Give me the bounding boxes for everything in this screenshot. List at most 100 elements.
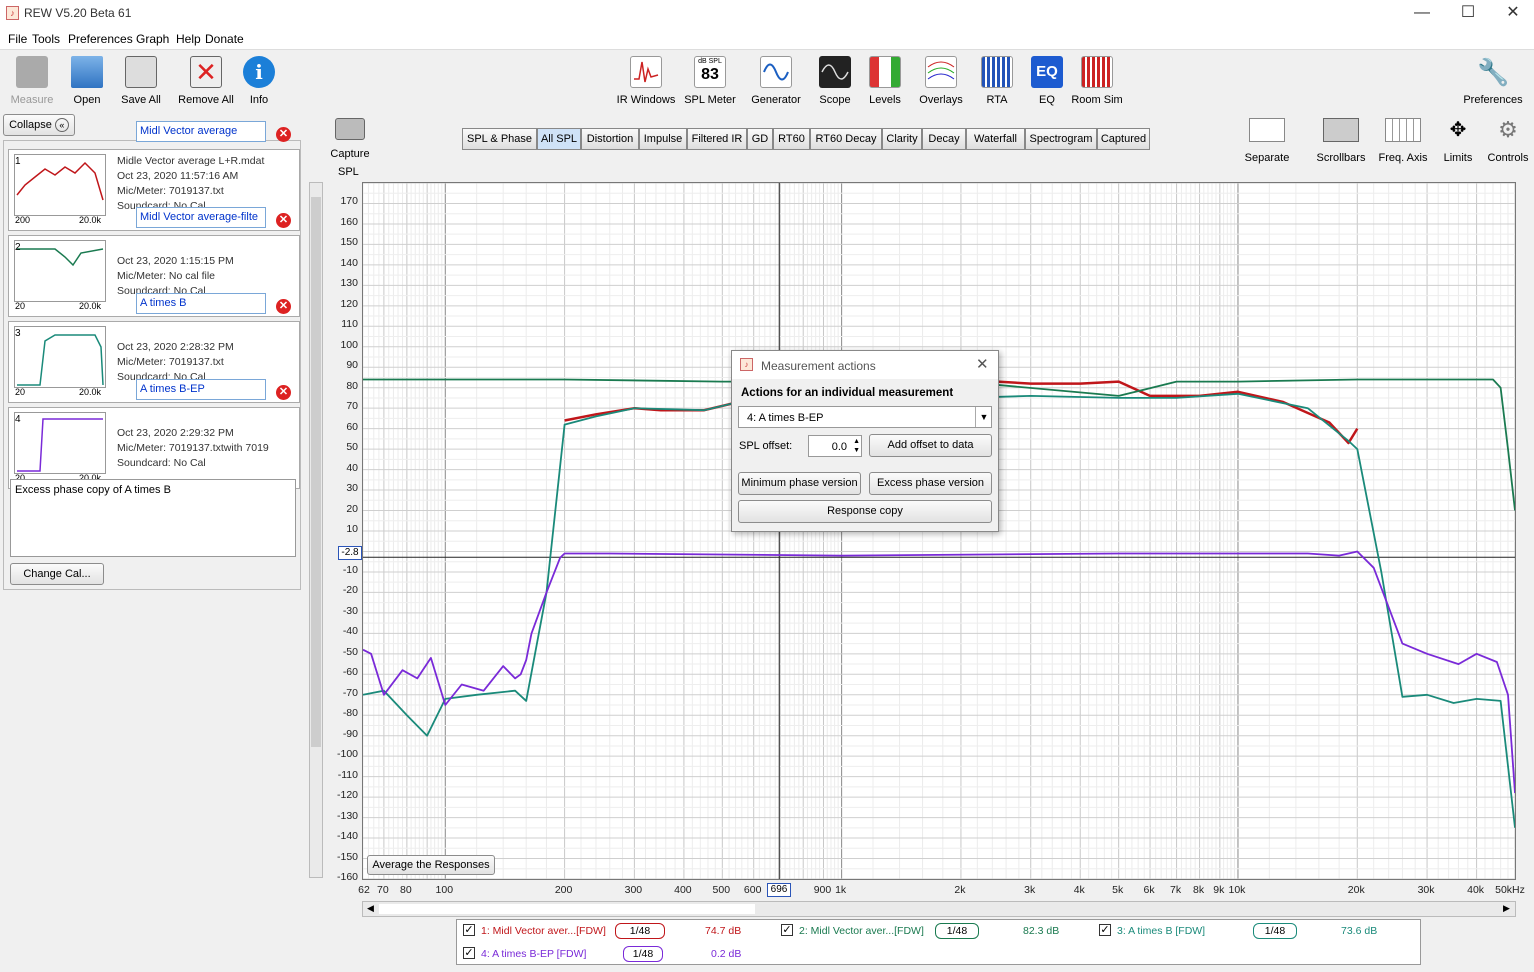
smoothing-4[interactable]: 1/48 xyxy=(623,946,663,962)
tab-spectrogram[interactable]: Spectrogram xyxy=(1025,128,1097,150)
wrench-icon: 🔧 xyxy=(1477,57,1510,87)
tab-spl-phase[interactable]: SPL & Phase xyxy=(462,128,537,150)
remove-measurement-1-icon[interactable]: ✕ xyxy=(276,127,291,142)
change-cal-button[interactable]: Change Cal... xyxy=(10,563,104,585)
y-tick-label: -100 xyxy=(336,748,358,761)
eq-button[interactable]: EQ EQ xyxy=(1026,56,1068,106)
save-icon xyxy=(125,56,157,88)
spinner-up-icon[interactable]: ▲ xyxy=(853,437,860,446)
capture-button[interactable]: Capture xyxy=(328,118,372,160)
freq-axis-button[interactable]: Freq. Axis xyxy=(1374,118,1432,164)
tab-waterfall[interactable]: Waterfall xyxy=(966,128,1025,150)
spinner-down-icon[interactable]: ▼ xyxy=(853,446,860,455)
levels-button[interactable]: Levels xyxy=(862,56,908,106)
limits-button[interactable]: ✥ Limits xyxy=(1436,118,1480,164)
remove-all-button[interactable]: ✕ Remove All xyxy=(176,56,236,106)
measurement-name-field-3[interactable]: A times B xyxy=(136,293,266,314)
horizontal-scrollbar[interactable]: ◀ ▶ xyxy=(362,901,1516,917)
menu-tools[interactable]: Tools xyxy=(32,32,60,46)
measurement-select[interactable]: 4: A times B-EP ▼ xyxy=(738,406,992,428)
measurement-name-field-2[interactable]: Midl Vector average-filte xyxy=(136,207,266,228)
measurement-actions-dialog: ♪ Measurement actions ✕ Actions for an i… xyxy=(731,350,999,532)
response-copy-button[interactable]: Response copy xyxy=(738,500,992,523)
menu-help[interactable]: Help xyxy=(176,32,201,46)
close-window-button[interactable]: ✕ xyxy=(1490,0,1534,28)
rta-icon xyxy=(981,56,1013,88)
freq-axis-icon xyxy=(1385,118,1421,142)
remove-measurement-3-icon[interactable]: ✕ xyxy=(276,299,291,314)
open-button[interactable]: Open xyxy=(64,56,110,106)
collapse-button[interactable]: Collapse « xyxy=(3,114,75,136)
x-tick-label: 500 xyxy=(712,884,731,896)
separate-button[interactable]: Separate xyxy=(1240,118,1294,164)
scrollbars-button[interactable]: Scrollbars xyxy=(1312,118,1370,164)
preferences-button[interactable]: 🔧 Preferences xyxy=(1460,56,1526,106)
controls-button[interactable]: ⚙ Controls xyxy=(1484,118,1532,165)
tab-all-spl[interactable]: All SPL xyxy=(537,128,581,150)
remove-measurement-4-icon[interactable]: ✕ xyxy=(276,385,291,400)
tab-gd[interactable]: GD xyxy=(747,128,773,150)
minimize-button[interactable]: — xyxy=(1399,0,1445,28)
folder-icon xyxy=(71,56,103,88)
tab-captured[interactable]: Captured xyxy=(1097,128,1150,150)
spl-offset-spinner[interactable]: 0.0 ▲ ▼ xyxy=(808,435,862,457)
legend-checkbox-3[interactable]: ✓ xyxy=(1099,924,1111,936)
chevron-down-icon[interactable]: ▼ xyxy=(975,407,992,427)
tab-rt60[interactable]: RT60 xyxy=(773,128,810,150)
measurement-notes[interactable]: Excess phase copy of A times B xyxy=(10,479,296,557)
x-tick-label: 80 xyxy=(400,884,412,896)
room-sim-button[interactable]: Room Sim xyxy=(1070,56,1124,106)
y-tick-label: 170 xyxy=(340,195,358,208)
measurement-name-field-4[interactable]: A times B-EP xyxy=(136,379,266,400)
smoothing-2[interactable]: 1/48 xyxy=(935,923,979,939)
x-tick-label: 900 xyxy=(813,884,832,896)
info-button[interactable]: i Info xyxy=(240,56,278,106)
x-tick-label: 4k xyxy=(1073,884,1085,896)
menu-graph[interactable]: Graph xyxy=(136,32,169,46)
legend-checkbox-1[interactable]: ✓ xyxy=(463,924,475,936)
y-tick-label: 160 xyxy=(340,215,358,228)
smoothing-1[interactable]: 1/48 xyxy=(615,923,665,939)
measurement-thumbnail xyxy=(14,154,106,216)
app-icon: ♪ xyxy=(6,6,19,20)
measurement-name-field-1[interactable]: Midl Vector average xyxy=(136,121,266,142)
remove-measurement-2-icon[interactable]: ✕ xyxy=(276,213,291,228)
y-tick-label: 60 xyxy=(346,420,358,433)
menu-donate[interactable]: Donate xyxy=(205,32,244,46)
dialog-close-icon[interactable]: ✕ xyxy=(976,355,989,373)
scope-button[interactable]: Scope xyxy=(812,56,858,106)
overlays-button[interactable]: Overlays xyxy=(916,56,966,106)
rta-button[interactable]: RTA xyxy=(976,56,1018,106)
app-icon: ♪ xyxy=(740,358,753,371)
vertical-scrollbar[interactable] xyxy=(309,182,323,878)
legend-checkbox-2[interactable]: ✓ xyxy=(781,924,793,936)
scrollbar-thumb[interactable] xyxy=(311,197,321,747)
legend-label-2: 2: Midl Vector aver...[FDW] xyxy=(799,925,924,937)
excess-phase-button[interactable]: Excess phase version xyxy=(869,472,992,495)
tab-decay[interactable]: Decay xyxy=(922,128,966,150)
add-offset-button[interactable]: Add offset to data xyxy=(869,434,992,457)
menu-preferences[interactable]: Preferences xyxy=(68,32,133,46)
measurement-item-4[interactable]: 4 20 20.0k Oct 23, 2020 2:29:32 PM Mic/M… xyxy=(8,407,300,489)
tab-impulse[interactable]: Impulse xyxy=(639,128,687,150)
legend-checkbox-4[interactable]: ✓ xyxy=(463,947,475,959)
save-all-button[interactable]: Save All xyxy=(118,56,164,106)
tab-rt60-decay[interactable]: RT60 Decay xyxy=(810,128,882,150)
tab-filtered-ir[interactable]: Filtered IR xyxy=(687,128,747,150)
tab-distortion[interactable]: Distortion xyxy=(581,128,639,150)
dialog-header: ♪ Measurement actions ✕ xyxy=(732,351,998,379)
maximize-button[interactable]: ☐ xyxy=(1445,0,1491,28)
smoothing-3[interactable]: 1/48 xyxy=(1253,923,1297,939)
average-responses-button[interactable]: Average the Responses xyxy=(367,855,495,875)
spl-meter-button[interactable]: dB SPL 83 SPL Meter xyxy=(682,56,738,106)
tab-clarity[interactable]: Clarity xyxy=(882,128,922,150)
menu-file[interactable]: File xyxy=(8,32,27,46)
room-sim-icon xyxy=(1081,56,1113,88)
minimum-phase-button[interactable]: Minimum phase version xyxy=(738,472,861,495)
measure-button[interactable]: Measure xyxy=(8,56,56,106)
ir-windows-button[interactable]: IR Windows xyxy=(616,56,676,106)
scroll-left-icon[interactable]: ◀ xyxy=(367,903,374,914)
y-tick-label: 100 xyxy=(340,338,358,351)
scroll-right-icon[interactable]: ▶ xyxy=(1503,903,1510,914)
generator-button[interactable]: Generator xyxy=(748,56,804,106)
